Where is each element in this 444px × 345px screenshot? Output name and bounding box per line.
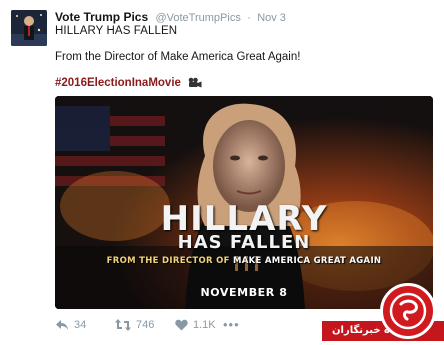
poster-tagline-em: MAKE AMERICA GREAT AGAIN bbox=[232, 256, 382, 266]
watermark-logo bbox=[380, 283, 436, 339]
more-options-icon[interactable]: ••• bbox=[223, 317, 240, 332]
tweet-text-line2: From the Director of Make America Great … bbox=[55, 51, 301, 63]
retweet-button[interactable]: 746 bbox=[115, 318, 175, 331]
display-name[interactable]: Vote Trump Pics bbox=[55, 10, 148, 24]
timestamp[interactable]: Nov 3 bbox=[257, 12, 286, 24]
hashtag-link[interactable]: #2016ElectionInaMovie bbox=[55, 77, 202, 91]
like-count: 1.1K bbox=[193, 318, 216, 331]
poster-tagline: FROM THE DIRECTOR OF MAKE AMERICA GREAT … bbox=[55, 256, 433, 266]
reply-button[interactable]: 34 bbox=[55, 319, 115, 331]
heart-icon bbox=[175, 319, 188, 331]
like-button[interactable]: 1.1K bbox=[175, 319, 223, 331]
tweet-text-line1: HILLARY HAS FALLEN bbox=[55, 25, 178, 37]
hashtag-text[interactable]: #2016ElectionInaMovie bbox=[55, 77, 181, 89]
poster-image[interactable]: HILLARY HAS FALLEN FROM THE DIRECTOR OF … bbox=[55, 96, 433, 309]
movie-camera-icon bbox=[188, 77, 202, 91]
handle[interactable]: @VoteTrumpPics bbox=[155, 12, 240, 24]
poster-tagline-pre: FROM THE DIRECTOR OF bbox=[106, 256, 233, 266]
avatar[interactable] bbox=[11, 10, 47, 46]
tweet-header: Vote Trump Pics @VoteTrumpPics · Nov 3 bbox=[55, 10, 286, 25]
action-bar: 34 746 1.1K ••• bbox=[55, 317, 240, 332]
reply-count: 34 bbox=[74, 318, 87, 331]
reply-icon bbox=[55, 319, 69, 331]
poster-title-line2: HAS FALLEN bbox=[177, 232, 311, 253]
retweet-count: 746 bbox=[136, 318, 155, 331]
watermark: باشگاه خبرنگاران bbox=[308, 283, 444, 345]
retweet-icon bbox=[115, 318, 131, 331]
tweet: Vote Trump Pics @VoteTrumpPics · Nov 3 H… bbox=[0, 0, 444, 345]
separator: · bbox=[247, 12, 251, 24]
